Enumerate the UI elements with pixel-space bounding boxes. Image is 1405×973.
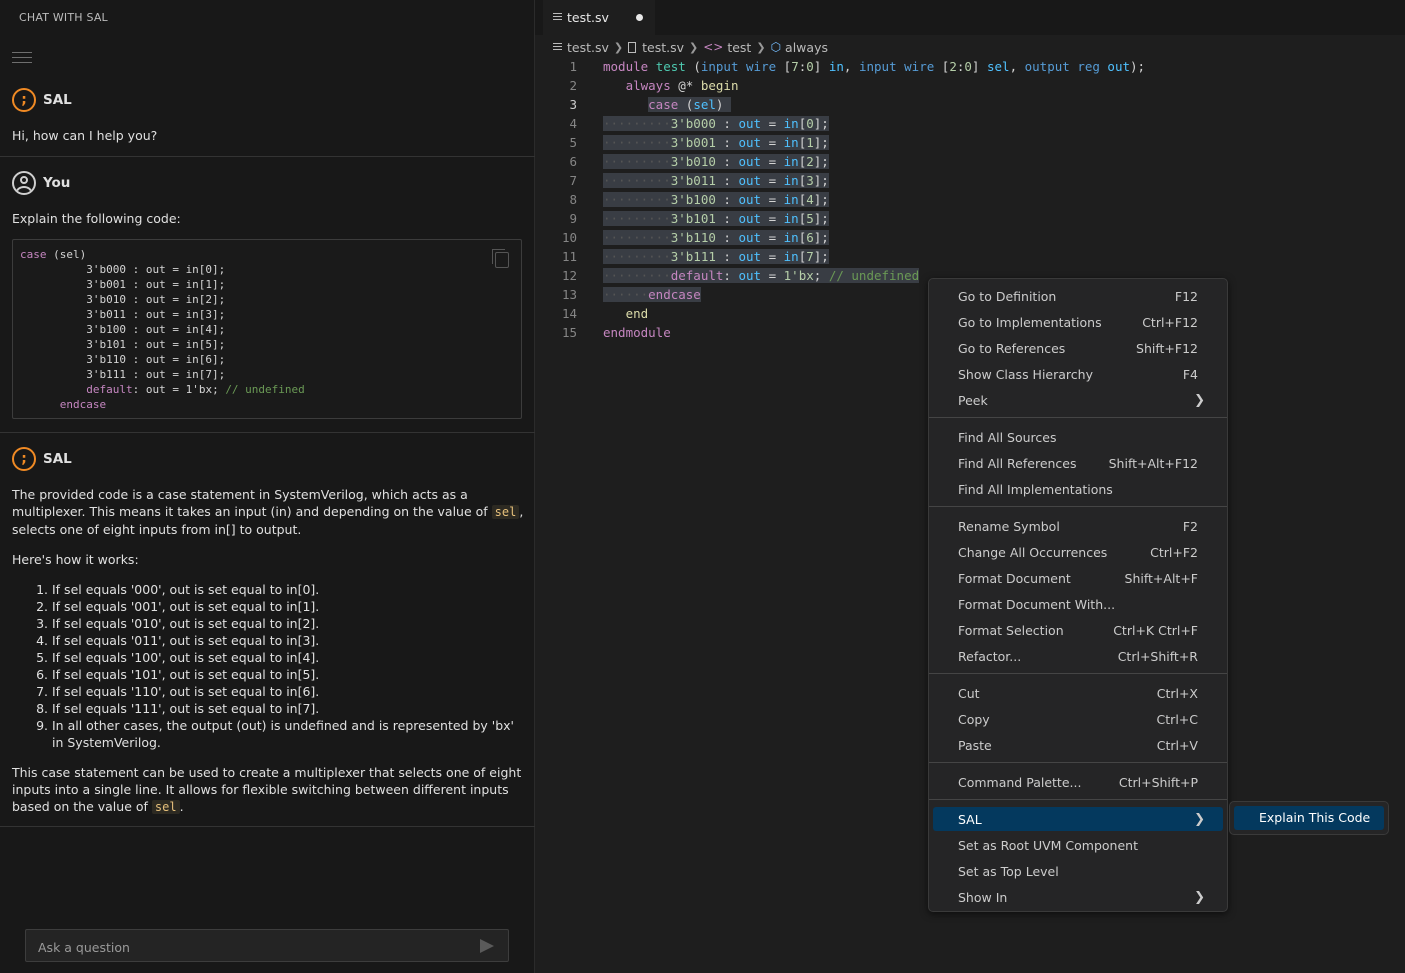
chevron-right-icon: ❯ [756, 40, 766, 54]
menu-separator [929, 673, 1227, 674]
copy-icon[interactable] [492, 249, 509, 268]
answer-paragraph: Here's how it works: [12, 552, 139, 567]
menu-item-format-selection[interactable]: Format Selection Ctrl+K Ctrl+F [933, 618, 1223, 642]
menu-item-set-as-root-uvm-component[interactable]: Set as Root UVM Component [933, 833, 1223, 857]
file-lines-icon [553, 42, 562, 52]
menu-item-find-all-implementations[interactable]: Find All Implementations [933, 477, 1223, 501]
menu-item-explain-this-code[interactable]: Explain This Code [1234, 806, 1384, 830]
message-divider [0, 432, 535, 433]
menu-separator [929, 506, 1227, 507]
unsaved-dot-icon[interactable] [636, 14, 643, 21]
menu-separator [929, 762, 1227, 763]
ask-question-box [25, 929, 509, 962]
menu-item-find-all-sources[interactable]: Find All Sources [933, 425, 1223, 449]
answer-list-item: If sel equals '000', out is set equal to… [52, 581, 524, 598]
answer-list-item: If sel equals '111', out is set equal to… [52, 700, 524, 717]
user-message-text: Explain the following code: [12, 211, 181, 226]
author-name: SAL [43, 451, 72, 467]
menu-separator [929, 799, 1227, 800]
menu-item-refactor[interactable]: Refactor... Ctrl+Shift+R [933, 644, 1223, 668]
answer-list-item: If sel equals '011', out is set equal to… [52, 632, 524, 649]
chevron-right-icon: ❯ [613, 40, 624, 54]
send-icon[interactable] [480, 939, 494, 953]
menu-item-change-all-occurrences[interactable]: Change All Occurrences Ctrl+F2 [933, 540, 1223, 564]
cube-icon: ⬡ [770, 40, 782, 54]
menu-item-cut[interactable]: Cut Ctrl+X [933, 681, 1223, 705]
breadcrumb: test.sv ❯ test.sv ❯ <> test ❯ ⬡ always [553, 38, 828, 56]
answer-list-item: If sel equals '001', out is set equal to… [52, 598, 524, 615]
answer-list-item: In all other cases, the output (out) is … [52, 717, 524, 751]
breadcrumb-item[interactable]: <> test [703, 40, 751, 55]
menu-icon[interactable] [12, 52, 32, 64]
message-header-sal: ; SAL [12, 88, 72, 112]
menu-item-rename-symbol[interactable]: Rename Symbol F2 [933, 514, 1223, 538]
chevron-right-icon: ❯ [689, 40, 699, 54]
menu-item-go-to-definition[interactable]: Go to Definition F12 [933, 284, 1223, 308]
chat-panel: CHAT WITH SAL ; SAL Hi, how can I help y… [0, 0, 535, 973]
menu-item-format-document-with[interactable]: Format Document With... [933, 592, 1223, 616]
inline-code: sel [151, 800, 180, 814]
menu-item-copy[interactable]: Copy Ctrl+C [933, 707, 1223, 731]
answer-paragraph: The provided code is a case statement in… [12, 487, 524, 537]
menu-item-go-to-references[interactable]: Go to References Shift+F12 [933, 336, 1223, 360]
breadcrumb-item[interactable]: ⬡ always [771, 40, 828, 55]
inline-code: sel [491, 505, 520, 519]
sal-answer: The provided code is a case statement in… [12, 486, 524, 816]
tab-test-sv[interactable]: test.sv [543, 0, 655, 35]
author-name: You [43, 175, 71, 191]
menu-item-format-document[interactable]: Format Document Shift+Alt+F [933, 566, 1223, 590]
menu-item-find-all-references[interactable]: Find All References Shift+Alt+F12 [933, 451, 1223, 475]
answer-list-item: If sel equals '100', out is set equal to… [52, 649, 524, 666]
answer-list-item: If sel equals '110', out is set equal to… [52, 683, 524, 700]
answer-list-item: If sel equals '101', out is set equal to… [52, 666, 524, 683]
menu-item-sal[interactable]: SAL ❯ [933, 807, 1223, 831]
menu-item-peek[interactable]: Peek ❯ [933, 388, 1223, 412]
menu-item-command-palette[interactable]: Command Palette... Ctrl+Shift+P [933, 770, 1223, 794]
author-name: SAL [43, 92, 72, 108]
breadcrumb-item[interactable]: test.sv [628, 40, 684, 55]
answer-paragraph: This case statement can be used to creat… [12, 765, 522, 814]
breadcrumb-item[interactable]: test.sv [553, 40, 609, 55]
menu-separator [929, 417, 1227, 418]
sal-logo-icon: ; [12, 88, 36, 112]
context-menu: Go to Definition F12 Go to Implementation… [928, 278, 1228, 912]
menu-item-set-as-top-level[interactable]: Set as Top Level [933, 859, 1223, 883]
user-avatar-icon [12, 171, 36, 195]
code-block: case (sel) 3'b000 : out = in[0]; 3'b001 … [12, 239, 522, 419]
answer-list-item: If sel equals '010', out is set equal to… [52, 615, 524, 632]
file-lines-icon [553, 13, 562, 22]
answer-list: If sel equals '000', out is set equal to… [12, 581, 524, 751]
message-divider [0, 826, 535, 827]
file-icon [628, 41, 637, 53]
menu-item-paste[interactable]: Paste Ctrl+V [933, 733, 1223, 757]
message-divider [0, 156, 535, 157]
menu-item-go-to-implementations[interactable]: Go to Implementations Ctrl+F12 [933, 310, 1223, 334]
code-block-content: case (sel) 3'b000 : out = in[0]; 3'b001 … [20, 248, 305, 411]
message-header-sal: ; SAL [12, 447, 72, 471]
ask-question-input[interactable] [36, 936, 460, 958]
menu-item-show-in[interactable]: Show In ❯ [933, 885, 1223, 909]
chevron-right-icon: ❯ [1194, 889, 1205, 905]
menu-item-show-class-hierarchy[interactable]: Show Class Hierarchy F4 [933, 362, 1223, 386]
tab-label: test.sv [567, 10, 609, 25]
chevron-right-icon: ❯ [1194, 811, 1205, 827]
sal-logo-icon: ; [12, 447, 36, 471]
greeting-text: Hi, how can I help you? [12, 128, 158, 143]
chat-panel-title: CHAT WITH SAL [19, 11, 108, 24]
chevron-right-icon: ❯ [1194, 392, 1205, 408]
sal-submenu: Explain This Code [1229, 801, 1389, 835]
tab-bar: test.sv [535, 0, 1405, 35]
message-header-user: You [12, 171, 70, 195]
module-symbol-icon: <> [703, 40, 724, 54]
